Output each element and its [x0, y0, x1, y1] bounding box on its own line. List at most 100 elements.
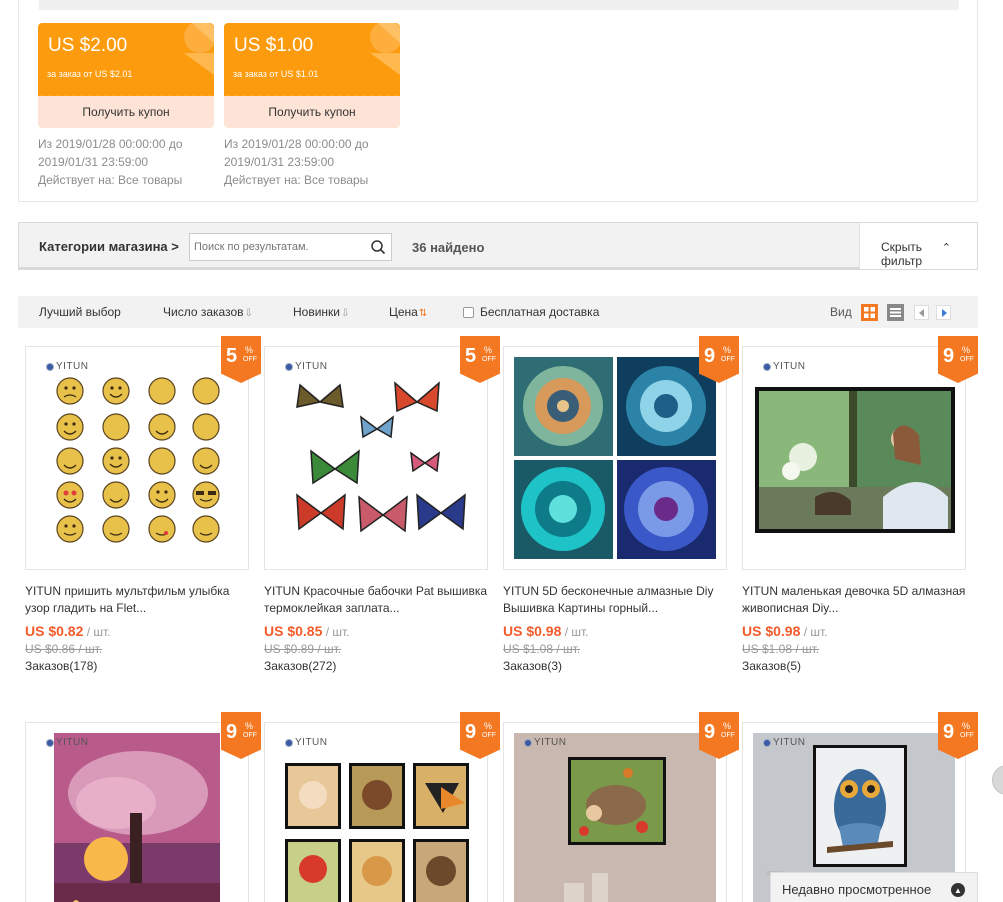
original-price: US $0.89 / шт. — [264, 642, 342, 656]
discount-badge: 9% OFF — [460, 712, 500, 759]
sort-updown-icon: ⇅ — [418, 308, 428, 319]
price-unit: / шт. — [561, 625, 589, 639]
product-price: US $0.98 / шт. — [742, 623, 966, 639]
sort-orders[interactable]: Число заказов⇩ — [163, 305, 253, 319]
product-image[interactable]: YITUN — [742, 346, 966, 570]
discount-badge: 5% OFF — [221, 336, 261, 383]
mandala-paintings-image — [514, 357, 716, 559]
brand-logo-icon — [285, 738, 293, 747]
discount-off: OFF — [243, 732, 257, 739]
grid-view-button[interactable] — [861, 304, 878, 321]
brand-logo: YITUN — [46, 361, 89, 372]
discount-badge: 5% OFF — [460, 336, 500, 383]
list-icon — [890, 308, 901, 317]
product-image[interactable]: YITUN — [264, 346, 488, 570]
discount-value: 5 — [465, 345, 477, 367]
product-title[interactable]: YITUN маленькая девочка 5D алмазная живо… — [742, 583, 966, 617]
product-image[interactable] — [503, 346, 727, 570]
discount-off: OFF — [243, 356, 257, 363]
product-title[interactable]: YITUN пришить мультфильм улыбка узор гла… — [25, 583, 249, 617]
store-categories-link[interactable]: Категории магазина > — [39, 239, 179, 254]
results-search-input[interactable] — [190, 234, 360, 260]
brand-name: YITUN — [295, 737, 328, 748]
product-image[interactable]: YITUN — [25, 346, 249, 570]
side-scroll-button[interactable] — [992, 765, 1003, 795]
next-page-button[interactable] — [936, 305, 951, 320]
orders-count: Заказов(5) — [742, 659, 802, 673]
coupon-valid-from: Из 2019/01/28 00:00:00 до — [38, 137, 183, 151]
brand-logo-icon — [524, 738, 532, 747]
product-title[interactable]: YITUN Красочные бабочки Pat вышивка терм… — [264, 583, 488, 617]
product-card: YITUN 9% OFF YITUN маленькая девочка 5D а… — [742, 336, 978, 673]
discount-off: OFF — [960, 356, 974, 363]
free-shipping-checkbox[interactable]: Бесплатная доставка — [463, 305, 599, 319]
discount-badge: 9% OFF — [699, 336, 739, 383]
view-label: Вид — [830, 305, 852, 319]
coupon-decoration-icon — [184, 23, 214, 75]
coupon-valid-from: Из 2019/01/28 00:00:00 до — [224, 137, 369, 151]
coupon-decoration-icon — [370, 23, 400, 75]
sort-newest-label: Новинки — [293, 305, 340, 319]
discount-badge: 9% OFF — [699, 712, 739, 759]
discount-value: 9 — [226, 721, 238, 743]
sort-best-match[interactable]: Лучший выбор — [39, 305, 121, 319]
brand-logo-icon — [46, 738, 54, 747]
original-price: US $1.08 / шт. — [503, 642, 581, 656]
brand-name: YITUN — [56, 361, 89, 372]
coupon-applies: Действует на: Все товары — [224, 173, 369, 187]
hide-filter-button[interactable]: Скрыть фильтр ⌃ — [859, 223, 977, 269]
brand-name: YITUN — [534, 737, 567, 748]
product-price: US $0.82 / шт. — [25, 623, 249, 639]
sort-price[interactable]: Цена⇅ — [389, 305, 427, 319]
coupon-card: US $2.00 за заказ от US $2.01 Получить к… — [38, 23, 214, 189]
product-price: US $0.98 / шт. — [503, 623, 727, 639]
chevron-left-icon — [918, 308, 924, 317]
product-image[interactable]: YITUN — [264, 722, 488, 902]
coupon-condition: за заказ от US $1.01 — [233, 69, 319, 79]
get-coupon-button[interactable]: Получить купон — [224, 96, 400, 128]
girl-painting-image — [755, 387, 955, 533]
sort-newest[interactable]: Новинки⇩ — [293, 305, 349, 319]
discount-percent: % — [723, 721, 732, 731]
discount-value: 9 — [943, 345, 955, 367]
discount-badge: 9% OFF — [938, 712, 978, 759]
price-value: US $0.82 — [25, 623, 84, 639]
emoji-patches-image — [56, 377, 220, 543]
coupon-amount: US $2.00 — [48, 35, 128, 56]
butterfly-patches-image — [296, 381, 466, 533]
search-icon[interactable] — [370, 239, 386, 255]
brand-name: YITUN — [295, 361, 328, 372]
product-image[interactable]: YITUN — [503, 722, 727, 902]
discount-value: 9 — [943, 721, 955, 743]
coupon-info: Из 2019/01/28 00:00:00 до 2019/01/31 23:… — [224, 135, 400, 189]
discount-badge: 9% OFF — [938, 336, 978, 383]
recently-viewed-label: Недавно просмотренное — [782, 882, 932, 897]
recently-viewed-panel[interactable]: Недавно просмотренное ▲ — [770, 872, 978, 902]
discount-off: OFF — [482, 732, 496, 739]
free-shipping-label: Бесплатная доставка — [480, 305, 600, 319]
prev-page-button[interactable] — [914, 305, 929, 320]
hide-filter-label: фильтр — [881, 254, 923, 268]
checkbox-box[interactable] — [463, 306, 474, 318]
arrow-down-icon: ⇩ — [244, 308, 253, 319]
brand-name: YITUN — [56, 737, 89, 748]
brand-logo: YITUN — [285, 737, 328, 748]
original-price: US $0.86 / шт. — [25, 642, 103, 656]
coupon-panel-top-strip — [39, 0, 959, 10]
list-view-button[interactable] — [887, 304, 904, 321]
brand-logo: YITUN — [46, 737, 89, 748]
get-coupon-button[interactable]: Получить купон — [38, 96, 214, 128]
orders-count: Заказов(272) — [264, 659, 337, 673]
chevron-up-icon: ⌃ — [941, 242, 951, 254]
product-title[interactable]: YITUN 5D бесконечные алмазные Diy Вышивк… — [503, 583, 727, 617]
price-value: US $0.98 — [742, 623, 801, 639]
discount-badge: 9% OFF — [221, 712, 261, 759]
discount-percent: % — [484, 721, 493, 731]
brand-logo: YITUN — [285, 361, 328, 372]
product-image[interactable]: YITUN — [25, 722, 249, 902]
discount-off: OFF — [482, 356, 496, 363]
discount-percent: % — [245, 345, 254, 355]
grid-icon — [864, 307, 875, 318]
discount-percent: % — [245, 721, 254, 731]
discount-value: 9 — [704, 721, 716, 743]
